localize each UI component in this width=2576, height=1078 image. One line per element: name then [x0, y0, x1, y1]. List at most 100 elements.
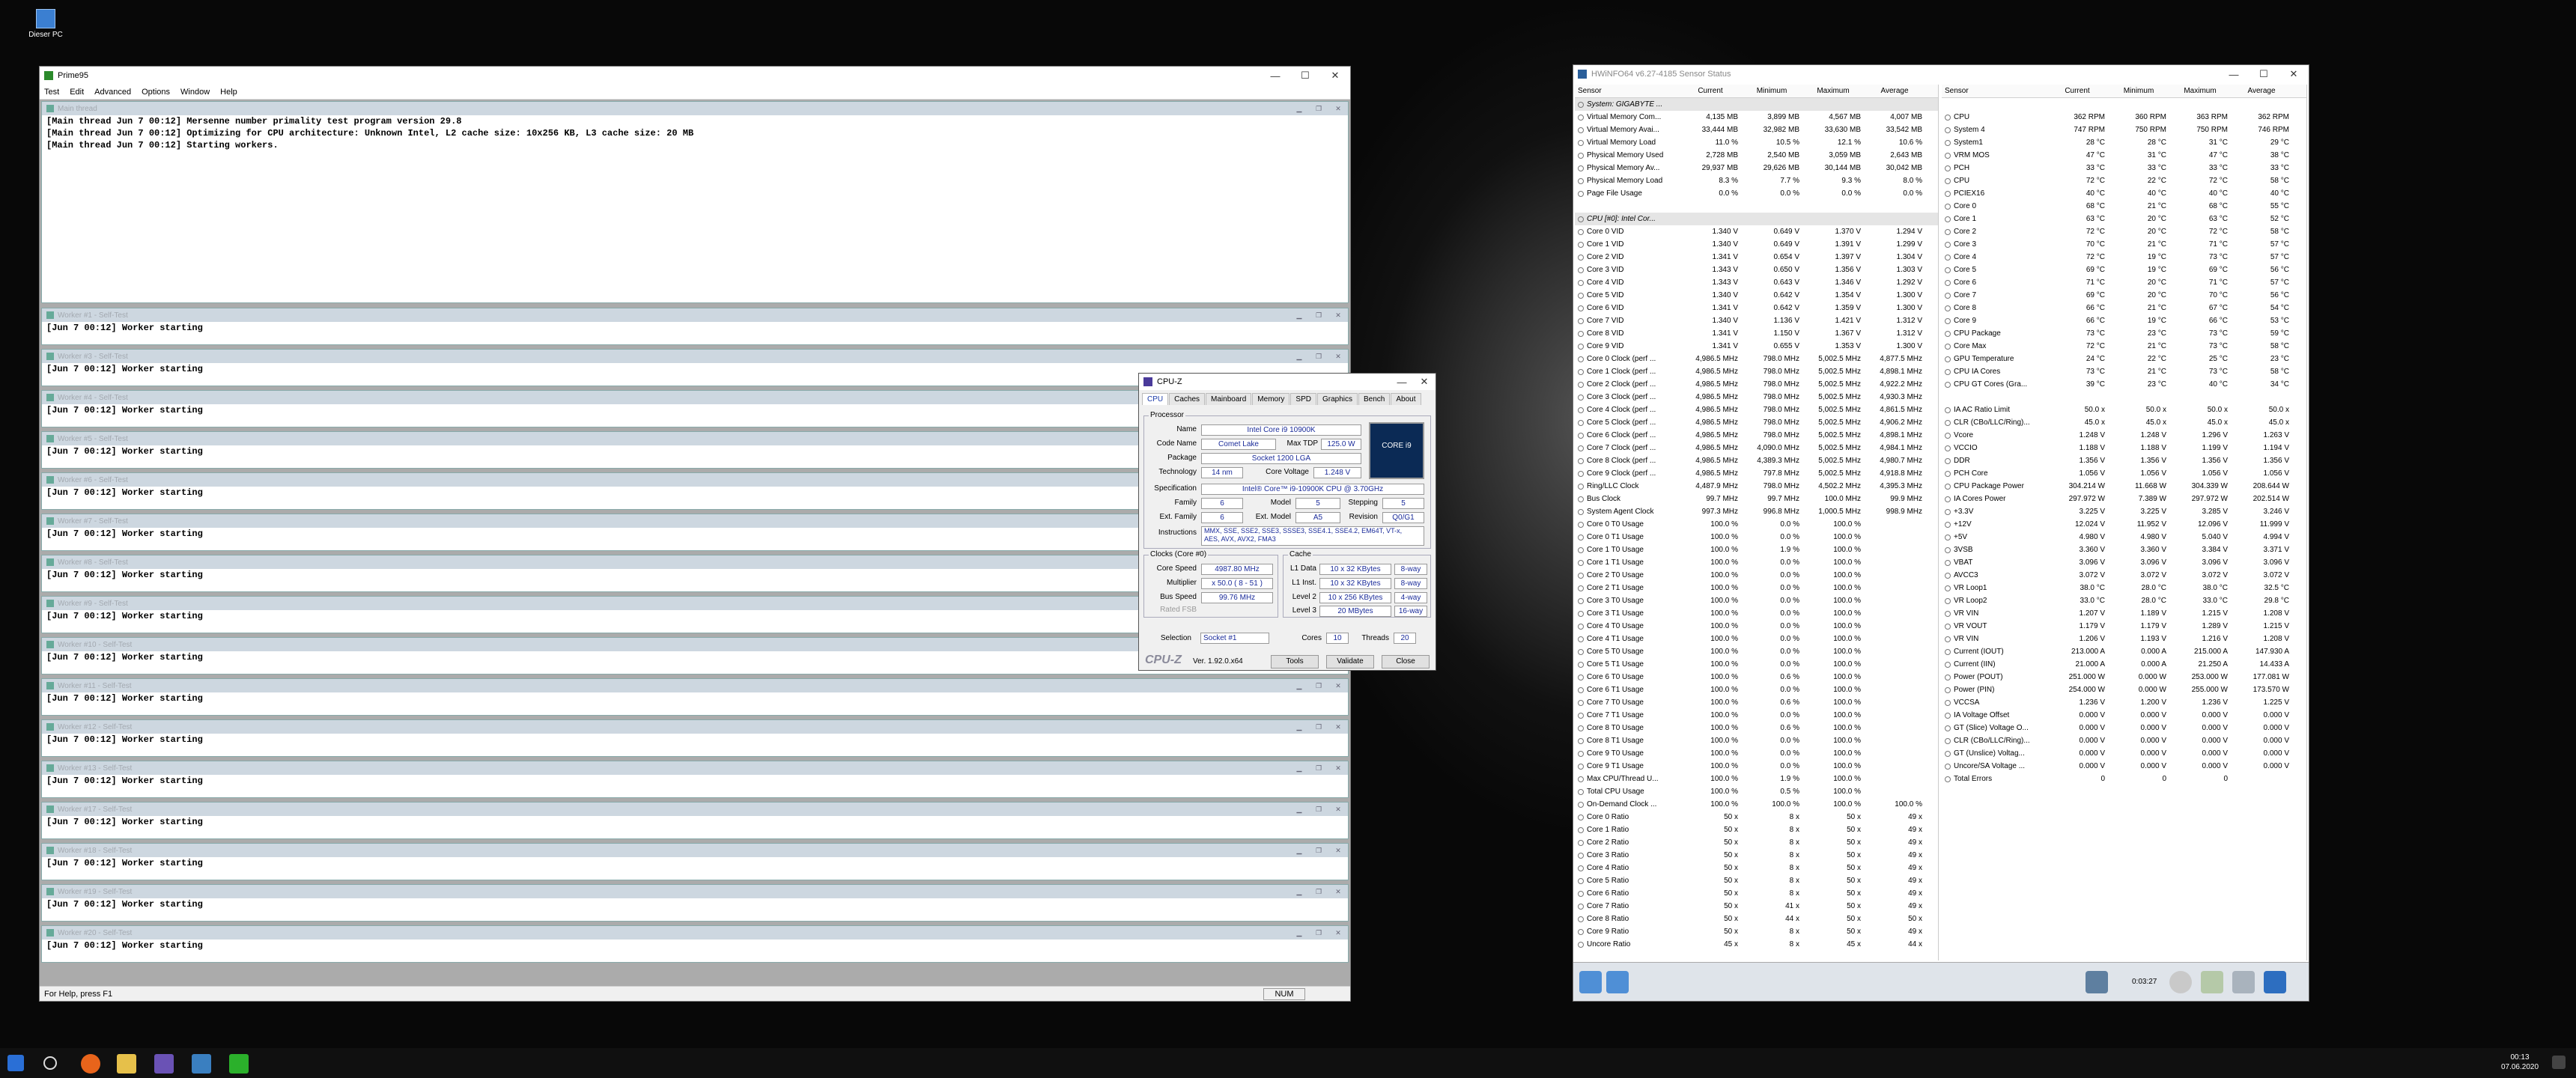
- menu-test[interactable]: Test: [44, 88, 59, 97]
- worker-window[interactable]: Worker #20 - Self-Test ▁ ❐ ✕ [Jun 7 00:12] W…: [41, 925, 1349, 963]
- sensor-row[interactable]: Core 8 Clock (perf ... 4,986.5 MHz 4,389.3…: [1575, 454, 1938, 467]
- search-icon[interactable]: [43, 1056, 57, 1070]
- sensor-row[interactable]: Core 4 VID 1.343 V 0.643 V 1.346 V 1.292 V: [1575, 276, 1938, 289]
- sensor-row[interactable]: Physical Memory Av... 29,937 MB 29,626 MB 3…: [1575, 162, 1938, 174]
- sensor-row[interactable]: PCH Core 1.056 V 1.056 V 1.056 V 1.056 V: [1942, 467, 2306, 480]
- worker-window[interactable]: Worker #18 - Self-Test ▁ ❐ ✕ [Jun 7 00:12] W…: [41, 843, 1349, 880]
- sensor-row[interactable]: Core 9 66 °C 19 °C 66 °C 53 °C: [1942, 314, 2306, 327]
- minimize-button[interactable]: —: [1391, 377, 1413, 388]
- column-header[interactable]: Current: [1680, 87, 1741, 95]
- close-icon[interactable]: ✕: [1328, 311, 1348, 320]
- sensor-row[interactable]: Core 7 T1 Usage 100.0 % 0.0 % 100.0 %: [1575, 709, 1938, 722]
- sensor-row[interactable]: Core 7 Ratio 50 x 41 x 50 x 49 x: [1575, 900, 1938, 913]
- minimize-icon[interactable]: ▁: [1289, 888, 1309, 896]
- sensor-row[interactable]: VRM MOS 47 °C 31 °C 47 °C 38 °C: [1942, 149, 2306, 162]
- sensor-row[interactable]: Core 1 T0 Usage 100.0 % 1.9 % 100.0 %: [1575, 543, 1938, 556]
- sensor-row[interactable]: Core 4 72 °C 19 °C 73 °C 57 °C: [1942, 251, 2306, 264]
- restore-icon[interactable]: ❐: [1309, 353, 1328, 361]
- minimize-icon[interactable]: ▁: [1289, 847, 1309, 855]
- sensor-row[interactable]: Power (PIN) 254.000 W 0.000 W 255.000 W 173.…: [1942, 683, 2306, 696]
- sensor-row[interactable]: [1575, 200, 1938, 213]
- sensor-row[interactable]: VR Loop2 33.0 °C 28.0 °C 33.0 °C 29.8 °C: [1942, 594, 2306, 607]
- sensor-row[interactable]: VR VOUT 1.179 V 1.179 V 1.289 V 1.215 V: [1942, 620, 2306, 633]
- sensor-row[interactable]: Core 5 69 °C 19 °C 69 °C 56 °C: [1942, 264, 2306, 276]
- tab-mainboard[interactable]: Mainboard: [1206, 393, 1252, 405]
- sensor-row[interactable]: Core 5 T0 Usage 100.0 % 0.0 % 100.0 %: [1575, 645, 1938, 658]
- sensor-row[interactable]: Current (IOUT) 213.000 A 0.000 A 215.000 A 1…: [1942, 645, 2306, 658]
- close-button[interactable]: ✕: [1413, 376, 1436, 388]
- tab-graphics[interactable]: Graphics: [1316, 393, 1358, 405]
- menu-window[interactable]: Window: [180, 88, 210, 97]
- sensor-row[interactable]: Core 5 T1 Usage 100.0 % 0.0 % 100.0 %: [1575, 658, 1938, 671]
- sensor-row[interactable]: Core 8 VID 1.341 V 1.150 V 1.367 V 1.312 V: [1575, 327, 1938, 340]
- sensor-row[interactable]: Max CPU/Thread U... 100.0 % 1.9 % 100.0 %: [1575, 773, 1938, 785]
- sensor-row[interactable]: Core 4 T1 Usage 100.0 % 0.0 % 100.0 %: [1575, 633, 1938, 645]
- column-header[interactable]: Maximum: [2169, 87, 2231, 95]
- sensor-row[interactable]: System1 28 °C 28 °C 31 °C 29 °C: [1942, 136, 2306, 149]
- sensor-row[interactable]: Core 6 Ratio 50 x 8 x 50 x 49 x: [1575, 887, 1938, 900]
- worker-window[interactable]: Worker #1 - Self-Test ▁ ❐ ✕ [Jun 7 00:12] Wo…: [41, 308, 1349, 345]
- worker-window[interactable]: Worker #13 - Self-Test ▁ ❐ ✕ [Jun 7 00:12] W…: [41, 761, 1349, 798]
- validate-button[interactable]: Validate: [1326, 655, 1374, 669]
- sensor-row[interactable]: Core 4 Clock (perf ... 4,986.5 MHz 798.0 M…: [1575, 404, 1938, 416]
- sensor-row[interactable]: Core 5 Clock (perf ... 4,986.5 MHz 798.0 M…: [1575, 416, 1938, 429]
- sensor-row[interactable]: Core 2 T0 Usage 100.0 % 0.0 % 100.0 %: [1575, 569, 1938, 582]
- sensor-row[interactable]: DDR 1.356 V 1.356 V 1.356 V 1.356 V: [1942, 454, 2306, 467]
- restore-icon[interactable]: ❐: [1309, 929, 1328, 937]
- sensor-row[interactable]: [1942, 391, 2306, 404]
- close-icon[interactable]: ✕: [1328, 888, 1348, 896]
- sensor-row[interactable]: VR Loop1 38.0 °C 28.0 °C 38.0 °C 32.5 °C: [1942, 582, 2306, 594]
- sensor-row[interactable]: Core 7 69 °C 20 °C 70 °C 56 °C: [1942, 289, 2306, 302]
- sensor-row[interactable]: Core Max 72 °C 21 °C 73 °C 58 °C: [1942, 340, 2306, 353]
- cpuz-titlebar[interactable]: CPU-Z — ✕: [1139, 374, 1436, 390]
- export-icon[interactable]: [2201, 971, 2223, 993]
- sensor-row[interactable]: Uncore Ratio 45 x 8 x 45 x 44 x: [1575, 938, 1938, 951]
- menu-advanced[interactable]: Advanced: [94, 88, 131, 97]
- sensor-group-row[interactable]: CPU [#0]: Intel Cor...: [1575, 213, 1938, 225]
- desktop-icon-this-pc[interactable]: Dieser PC: [19, 9, 72, 39]
- sensor-row[interactable]: CLR (CBo/LLC/Ring)... 0.000 V 0.000 V 0.000…: [1942, 734, 2306, 747]
- menu-help[interactable]: Help: [220, 88, 237, 97]
- maximize-button[interactable]: ☐: [2249, 68, 2279, 80]
- sensor-row[interactable]: PCIEX16 40 °C 40 °C 40 °C 40 °C: [1942, 187, 2306, 200]
- sensor-row[interactable]: PCH 33 °C 33 °C 33 °C 33 °C: [1942, 162, 2306, 174]
- sensor-row[interactable]: Core 2 VID 1.341 V 0.654 V 1.397 V 1.304 V: [1575, 251, 1938, 264]
- column-header[interactable]: Minimum: [1741, 87, 1802, 95]
- sensor-row[interactable]: +5V 4.980 V 4.980 V 5.040 V 4.994 V: [1942, 531, 2306, 543]
- close-icon[interactable]: ✕: [1328, 353, 1348, 361]
- close-button[interactable]: ✕: [1320, 70, 1350, 82]
- sensor-row[interactable]: Core 3 T1 Usage 100.0 % 0.0 % 100.0 %: [1575, 607, 1938, 620]
- settings-icon[interactable]: [2232, 971, 2255, 993]
- restore-icon[interactable]: ❐: [1309, 105, 1328, 113]
- sensor-row[interactable]: [1942, 98, 2306, 111]
- hwinfo-titlebar[interactable]: HWiNFO64 v6.27-4185 Sensor Status — ☐ ✕: [1573, 65, 2309, 83]
- minimize-icon[interactable]: ▁: [1289, 682, 1309, 690]
- sensor-row[interactable]: Core 3 Ratio 50 x 8 x 50 x 49 x: [1575, 849, 1938, 862]
- close-icon[interactable]: ✕: [1328, 723, 1348, 731]
- maximize-button[interactable]: ☐: [1290, 70, 1320, 82]
- sensor-row[interactable]: Core 6 T1 Usage 100.0 % 0.0 % 100.0 %: [1575, 683, 1938, 696]
- close-button[interactable]: ✕: [2279, 68, 2309, 80]
- sensor-row[interactable]: Core 8 Ratio 50 x 44 x 50 x 50 x: [1575, 913, 1938, 925]
- sensor-row[interactable]: Core 3 T0 Usage 100.0 % 0.0 % 100.0 %: [1575, 594, 1938, 607]
- menu-edit[interactable]: Edit: [70, 88, 84, 97]
- network-icon[interactable]: [2086, 971, 2108, 993]
- minimize-icon[interactable]: ▁: [1289, 105, 1309, 113]
- sensor-row[interactable]: On-Demand Clock ... 100.0 % 100.0 % 100.0 %…: [1575, 798, 1938, 811]
- sensor-row[interactable]: Physical Memory Load 8.3 % 7.7 % 9.3 % 8.0 %: [1575, 174, 1938, 187]
- restore-icon[interactable]: ❐: [1309, 682, 1328, 690]
- close-icon[interactable]: ✕: [1328, 929, 1348, 937]
- sensor-row[interactable]: Virtual Memory Com... 4,135 MB 3,899 MB 4,5…: [1575, 111, 1938, 124]
- sensor-row[interactable]: Total CPU Usage 100.0 % 0.5 % 100.0 %: [1575, 785, 1938, 798]
- sensor-row[interactable]: IA Voltage Offset 0.000 V 0.000 V 0.000 V 0.…: [1942, 709, 2306, 722]
- sensor-row[interactable]: IA Cores Power 297.972 W 7.389 W 297.972 W 2…: [1942, 493, 2306, 505]
- sensor-row[interactable]: Virtual Memory Load 11.0 % 10.5 % 12.1 % 10.…: [1575, 136, 1938, 149]
- sensor-row[interactable]: VCCSA 1.236 V 1.200 V 1.236 V 1.225 V: [1942, 696, 2306, 709]
- sensor-pane-left[interactable]: Sensor Current Minimum Maximum Average System…: [1575, 85, 1939, 960]
- sensor-row[interactable]: Uncore/SA Voltage ... 0.000 V 0.000 V 0.000…: [1942, 760, 2306, 773]
- sensor-row[interactable]: Core 7 Clock (perf ... 4,986.5 MHz 4,090.0…: [1575, 442, 1938, 454]
- sensor-row[interactable]: Core 8 66 °C 21 °C 67 °C 54 °C: [1942, 302, 2306, 314]
- sensor-row[interactable]: Core 8 T1 Usage 100.0 % 0.0 % 100.0 %: [1575, 734, 1938, 747]
- minimize-icon[interactable]: ▁: [1289, 929, 1309, 937]
- sensor-row[interactable]: GPU Temperature 24 °C 22 °C 25 °C 23 °C: [1942, 353, 2306, 365]
